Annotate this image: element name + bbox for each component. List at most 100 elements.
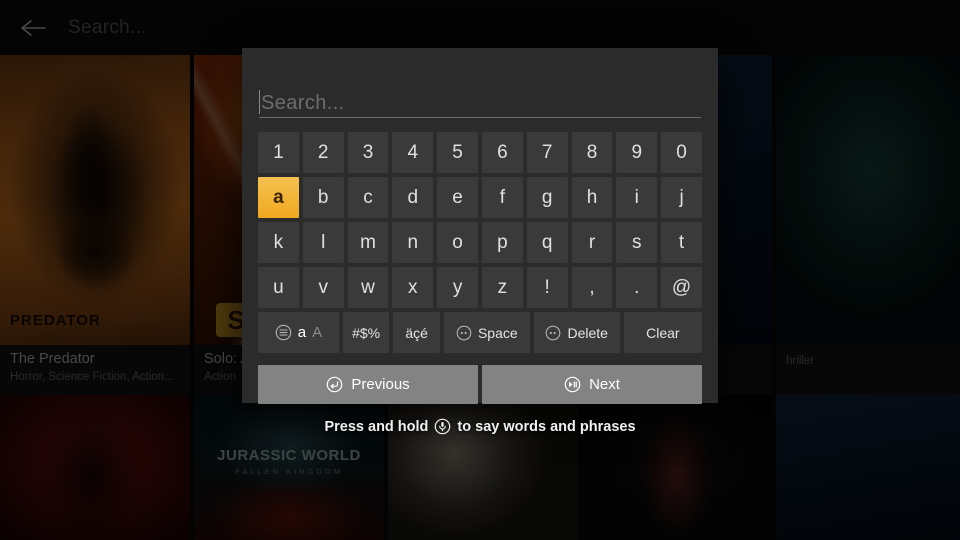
key-u[interactable]: u — [258, 267, 299, 308]
poster-title: The Predator — [10, 351, 95, 367]
key-w[interactable]: w — [347, 267, 389, 308]
voice-hint-text-before: Press and hold — [324, 418, 429, 435]
microphone-circle-icon — [434, 418, 451, 435]
keyboard-row-digits: 1 2 3 4 5 6 7 8 9 0 — [258, 132, 702, 173]
poster-art: PREDATOR — [0, 55, 190, 345]
key-p[interactable]: p — [481, 222, 523, 263]
keyboard-row-letters-3: u v w x y z ! , . @ — [258, 267, 702, 308]
circle-back-icon — [326, 376, 343, 393]
key-at[interactable]: @ — [661, 267, 702, 308]
key-7[interactable]: 7 — [526, 132, 568, 173]
keyboard-row-functions: aA #$% äçé Space Delete Clear — [258, 312, 702, 353]
voice-hint-text-after: to say words and phrases — [457, 418, 636, 435]
key-2[interactable]: 2 — [302, 132, 344, 173]
key-d[interactable]: d — [392, 177, 434, 218]
key-a[interactable]: a — [258, 177, 299, 218]
key-i[interactable]: i — [616, 177, 658, 218]
key-g[interactable]: g — [526, 177, 568, 218]
poster-card[interactable]: hriller — [776, 55, 960, 395]
key-toggle-case[interactable]: aA — [258, 312, 339, 353]
poster-card[interactable] — [388, 395, 578, 540]
poster-art — [776, 395, 960, 540]
key-t[interactable]: t — [661, 222, 702, 263]
button-hint-icon — [545, 325, 561, 341]
key-f[interactable]: f — [481, 177, 523, 218]
key-k[interactable]: k — [258, 222, 299, 263]
menu-circle-icon — [275, 324, 292, 341]
key-period[interactable]: . — [616, 267, 658, 308]
poster-art — [388, 395, 578, 540]
key-e[interactable]: e — [437, 177, 478, 218]
key-3[interactable]: 3 — [347, 132, 389, 173]
key-accents[interactable]: äçé — [393, 312, 440, 353]
circle-playpause-icon — [564, 376, 581, 393]
back-arrow-icon[interactable] — [16, 11, 50, 45]
poster-card[interactable] — [776, 395, 960, 540]
key-n[interactable]: n — [392, 222, 434, 263]
poster-meta: The Predator Horror, Science Fiction, Ac… — [0, 345, 190, 395]
keyboard-row-letters-2: k l m n o p q r s t — [258, 222, 702, 263]
key-case-lower-label: a — [297, 324, 307, 341]
poster-genres: Horror, Science Fiction, Action... — [10, 371, 174, 383]
key-1[interactable]: 1 — [258, 132, 299, 173]
key-h[interactable]: h — [571, 177, 613, 218]
tv-search-screen: Search... PREDATOR The Predator Horror, … — [0, 0, 960, 540]
search-input[interactable]: Search... — [259, 84, 701, 118]
key-delete[interactable]: Delete — [533, 312, 620, 353]
poster-art — [776, 55, 960, 345]
poster-card[interactable] — [0, 395, 190, 540]
key-y[interactable]: y — [437, 267, 478, 308]
key-0[interactable]: 0 — [661, 132, 702, 173]
previous-button[interactable]: Previous — [258, 365, 478, 404]
key-r[interactable]: r — [571, 222, 613, 263]
poster-row-2: JURASSIC WORLD FALLEN KINGDOM — [0, 395, 960, 540]
key-b[interactable]: b — [302, 177, 344, 218]
key-symbols[interactable]: #$% — [342, 312, 390, 353]
key-exclamation[interactable]: ! — [526, 267, 568, 308]
key-6[interactable]: 6 — [481, 132, 523, 173]
poster-logo-text: PREDATOR — [10, 312, 101, 329]
key-5[interactable]: 5 — [437, 132, 478, 173]
key-space-label: Space — [477, 324, 518, 341]
key-space[interactable]: Space — [443, 312, 530, 353]
key-delete-label: Delete — [567, 324, 608, 341]
next-button[interactable]: Next — [482, 365, 702, 404]
button-hint-icon — [456, 325, 472, 341]
poster-meta: hriller — [776, 345, 960, 395]
key-8[interactable]: 8 — [571, 132, 613, 173]
key-l[interactable]: l — [302, 222, 344, 263]
poster-art: JURASSIC WORLD FALLEN KINGDOM — [194, 395, 384, 540]
top-bar: Search... — [0, 0, 960, 55]
key-m[interactable]: m — [347, 222, 389, 263]
previous-button-label: Previous — [351, 376, 410, 393]
poster-card[interactable] — [582, 395, 772, 540]
key-case-upper-label: A — [312, 324, 323, 341]
text-caret — [259, 90, 260, 114]
poster-art — [0, 395, 190, 540]
key-s[interactable]: s — [616, 222, 658, 263]
key-c[interactable]: c — [347, 177, 389, 218]
key-j[interactable]: j — [661, 177, 702, 218]
key-v[interactable]: v — [302, 267, 344, 308]
poster-genres: hriller — [786, 355, 815, 367]
next-button-label: Next — [589, 376, 620, 393]
poster-card[interactable]: JURASSIC WORLD FALLEN KINGDOM — [194, 395, 384, 540]
keyboard-nav-row: Previous Next — [258, 365, 702, 404]
key-comma[interactable]: , — [571, 267, 613, 308]
top-bar-search-label[interactable]: Search... — [68, 17, 147, 39]
poster-art — [582, 395, 772, 540]
key-4[interactable]: 4 — [392, 132, 434, 173]
poster-card[interactable]: PREDATOR The Predator Horror, Science Fi… — [0, 55, 190, 395]
key-o[interactable]: o — [437, 222, 478, 263]
key-z[interactable]: z — [481, 267, 523, 308]
key-q[interactable]: q — [526, 222, 568, 263]
voice-hint: Press and hold to say words and phrases — [0, 418, 960, 435]
search-input-placeholder: Search... — [261, 92, 345, 114]
key-clear[interactable]: Clear — [623, 312, 702, 353]
poster-logo-subtext: FALLEN KINGDOM — [235, 467, 343, 476]
key-x[interactable]: x — [392, 267, 434, 308]
key-9[interactable]: 9 — [616, 132, 658, 173]
onscreen-keyboard-dialog: Search... 1 2 3 4 5 6 7 8 9 0 a b c d e … — [242, 48, 718, 404]
keyboard-row-letters-1: a b c d e f g h i j — [258, 177, 702, 218]
poster-logo-text: JURASSIC WORLD — [217, 447, 361, 464]
